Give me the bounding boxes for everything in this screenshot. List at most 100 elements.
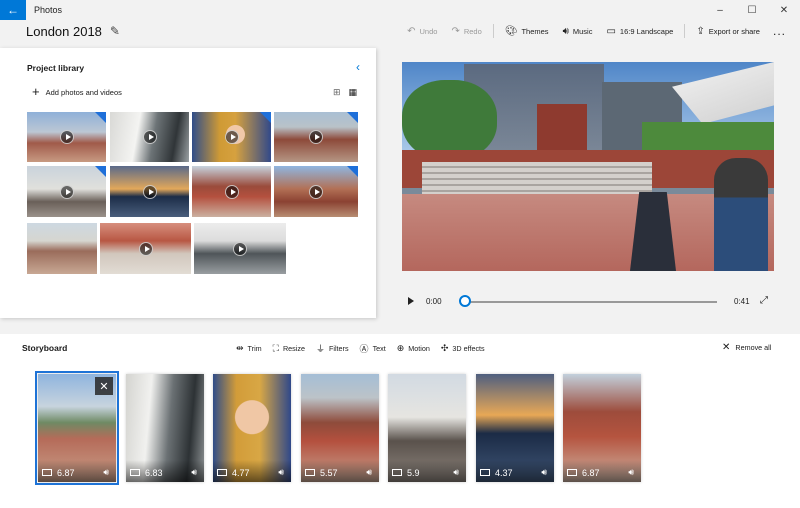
- storyboard-clip[interactable]: 4.77 🔊︎: [213, 374, 291, 482]
- clip-footer: 4.77 🔊︎: [213, 460, 291, 482]
- aspect-ratio-button[interactable]: ▭ 16:9 Landscape: [599, 26, 680, 37]
- motion-button[interactable]: ⊕ Motion: [397, 342, 430, 355]
- undo-button[interactable]: ↶ Undo: [400, 26, 444, 37]
- storyboard-clip[interactable]: 6.87 🔊︎: [563, 374, 641, 482]
- play-icon: [59, 130, 74, 144]
- plus-icon: +: [32, 84, 40, 99]
- storyboard-title: Storyboard: [22, 343, 68, 353]
- library-thumbnail[interactable]: [194, 223, 286, 274]
- resize-button[interactable]: ⛶ Resize: [273, 342, 305, 355]
- maximize-button[interactable]: ☐: [736, 0, 768, 20]
- play-icon: [59, 184, 74, 199]
- library-thumbnail[interactable]: [100, 223, 191, 274]
- text-label: Text: [372, 344, 386, 353]
- storyboard-panel: Storyboard ⇹ Trim ⛶ Resize ⏚ Filters Ⓐ Text …: [0, 334, 800, 508]
- playback-bar: 0:00 0:41 ⤢: [405, 294, 777, 310]
- volume-icon[interactable]: 🔊︎: [628, 467, 634, 478]
- minimize-button[interactable]: –: [704, 0, 736, 20]
- themes-label: Themes: [521, 26, 549, 36]
- music-label: Music: [572, 26, 593, 36]
- clip-footer: 6.87 🔊︎: [38, 460, 116, 482]
- clip-footer: 4.37 🔊︎: [476, 460, 554, 482]
- volume-icon[interactable]: 🔊︎: [103, 467, 109, 478]
- motion-label: Motion: [408, 344, 430, 353]
- clip-footer: 5.57 🔊︎: [301, 460, 379, 482]
- 3d-effects-icon: ✣: [440, 343, 449, 353]
- resize-label: Resize: [282, 344, 305, 353]
- clip-duration-icon: [42, 469, 52, 476]
- storyboard-clip[interactable]: 6.83 🔊︎: [126, 374, 204, 482]
- video-preview[interactable]: [402, 62, 774, 271]
- title-bar: ← Photos – ☐ ✕: [0, 0, 800, 20]
- motion-icon: ⊕: [396, 343, 405, 353]
- clip-duration: 6.87: [57, 468, 75, 478]
- clip-duration: 4.77: [232, 468, 250, 478]
- back-arrow-icon: ←: [7, 3, 19, 17]
- clip-duration: 5.57: [320, 468, 338, 478]
- play-icon: [142, 130, 157, 144]
- library-thumbnail[interactable]: [192, 112, 271, 162]
- text-button[interactable]: Ⓐ Text: [360, 342, 386, 355]
- remove-clip-icon[interactable]: ✕: [95, 377, 113, 395]
- volume-icon[interactable]: 🔊︎: [453, 467, 459, 478]
- library-thumbnail[interactable]: [27, 112, 106, 162]
- music-button[interactable]: 🔊︎ Music: [556, 26, 600, 37]
- clip-duration: 6.87: [582, 468, 600, 478]
- export-button[interactable]: ⇪ Export or share: [689, 26, 767, 37]
- aspect-label: 16:9 Landscape: [619, 26, 674, 36]
- music-speaker-icon: 🔊︎: [562, 25, 569, 37]
- clip-duration-icon: [392, 469, 402, 476]
- large-grid-view-icon[interactable]: ⊞: [333, 87, 341, 98]
- small-grid-view-icon[interactable]: ▦: [349, 87, 358, 98]
- library-thumbnail[interactable]: [27, 166, 106, 217]
- volume-icon[interactable]: 🔊︎: [191, 467, 197, 478]
- toolbar-divider: [492, 24, 494, 38]
- themes-button[interactable]: 🎨︎ Themes: [498, 26, 556, 37]
- library-thumbnail[interactable]: [274, 166, 358, 217]
- play-icon: [233, 241, 247, 256]
- collapse-library-icon[interactable]: ‹: [356, 60, 360, 74]
- redo-label: Redo: [463, 26, 482, 36]
- more-options-button[interactable]: ...: [767, 24, 792, 38]
- edit-title-icon[interactable]: ✎: [110, 24, 120, 38]
- total-duration: 0:41: [734, 297, 750, 306]
- library-thumbnail[interactable]: [110, 112, 189, 162]
- library-thumbnail[interactable]: [110, 166, 189, 217]
- storyboard-clip[interactable]: 5.57 🔊︎: [301, 374, 379, 482]
- fullscreen-icon[interactable]: ⤢: [760, 295, 768, 306]
- library-title: Project library: [27, 63, 85, 73]
- library-thumbnail[interactable]: [274, 112, 358, 162]
- close-button[interactable]: ✕: [768, 0, 800, 20]
- remove-all-button[interactable]: ✕ Remove all: [722, 342, 771, 353]
- palette-icon: 🎨︎: [504, 25, 518, 37]
- clip-duration-icon: [130, 469, 140, 476]
- trim-icon: ⇹: [236, 343, 244, 353]
- play-button[interactable]: [408, 297, 414, 305]
- volume-icon[interactable]: 🔊︎: [278, 467, 284, 478]
- share-icon: ⇪: [696, 25, 705, 37]
- seek-track[interactable]: [463, 301, 717, 303]
- seek-handle[interactable]: [459, 295, 471, 307]
- 3d-effects-button[interactable]: ✣ 3D effects: [441, 342, 485, 355]
- trim-button[interactable]: ⇹ Trim: [236, 342, 262, 355]
- play-icon: [138, 241, 153, 256]
- view-toggles: ⊞ ▦: [333, 87, 357, 98]
- volume-icon[interactable]: 🔊︎: [366, 467, 372, 478]
- added-marker-icon: [260, 112, 271, 123]
- storyboard-clip[interactable]: ✕ 6.87 🔊︎: [35, 371, 119, 485]
- redo-button[interactable]: ↷ Redo: [444, 26, 488, 37]
- volume-icon[interactable]: 🔊︎: [541, 467, 547, 478]
- storyboard-clip[interactable]: 5.9 🔊︎: [388, 374, 466, 482]
- clip-duration-icon: [305, 469, 315, 476]
- remove-all-label: Remove all: [735, 343, 772, 352]
- back-button[interactable]: ←: [0, 0, 26, 20]
- filters-button[interactable]: ⏚ Filters: [316, 342, 349, 355]
- current-time: 0:00: [426, 297, 442, 306]
- app-title: Photos: [34, 5, 63, 15]
- storyboard-clip[interactable]: 4.37 🔊︎: [476, 374, 554, 482]
- add-photos-button[interactable]: + Add photos and videos: [32, 84, 122, 99]
- add-photos-label: Add photos and videos: [45, 87, 122, 97]
- clip-duration-icon: [567, 469, 577, 476]
- library-thumbnail[interactable]: [27, 223, 97, 274]
- library-thumbnail[interactable]: [192, 166, 271, 217]
